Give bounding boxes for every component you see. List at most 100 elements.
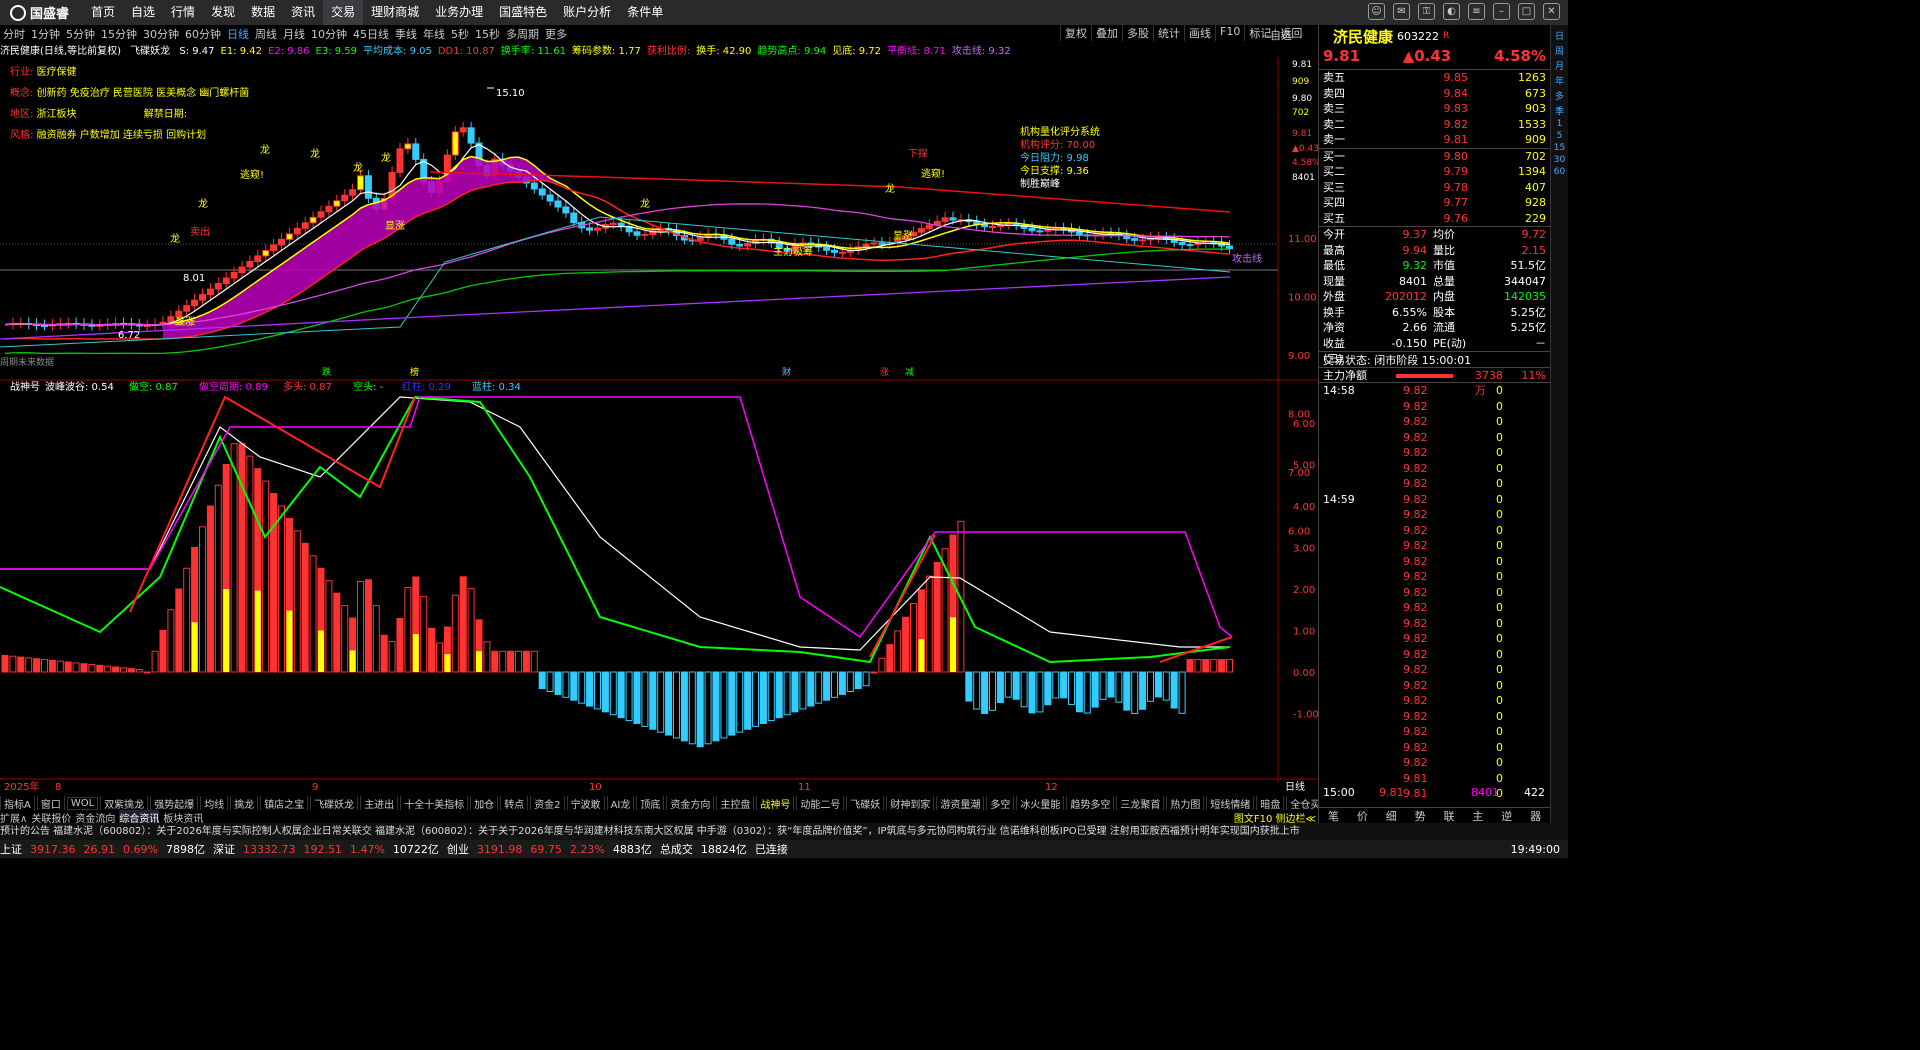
sidebar-tab[interactable]: 月 bbox=[1555, 59, 1564, 72]
period-tab[interactable]: 15秒 bbox=[472, 26, 503, 42]
menu-item[interactable]: 条件单 bbox=[619, 0, 671, 25]
sidebar-tab[interactable]: 季 bbox=[1555, 104, 1564, 117]
indicator-tab[interactable]: 转点 bbox=[500, 796, 529, 810]
kline-chart[interactable]: 11.0010.009.008.007.006.009.819099.80702… bbox=[0, 57, 1318, 797]
period-tab[interactable]: 30分钟 bbox=[140, 26, 182, 42]
sidebar-tab[interactable]: 60 bbox=[1554, 167, 1565, 177]
indicator-tab[interactable]: 热力图 bbox=[1166, 796, 1205, 810]
sidebar-tab[interactable]: 日 bbox=[1555, 29, 1564, 42]
indicator-tab[interactable]: WOL bbox=[66, 796, 99, 810]
sidebar-tab[interactable]: 1 bbox=[1557, 119, 1563, 129]
period-tab[interactable]: 日线 bbox=[224, 26, 252, 42]
sidebar-tab[interactable]: 30 bbox=[1554, 155, 1565, 165]
lock-icon[interactable]: ⚿ bbox=[1418, 3, 1435, 20]
quote-tab[interactable]: 细 bbox=[1386, 808, 1397, 824]
indicator-tab[interactable]: 冰火量能 bbox=[1016, 796, 1065, 810]
sidebar-tab[interactable]: 5 bbox=[1557, 131, 1563, 141]
sidebar-tab[interactable]: 15 bbox=[1554, 143, 1565, 153]
skin-icon[interactable]: ◐ bbox=[1443, 3, 1460, 20]
chat-icon[interactable]: ☺ bbox=[1368, 3, 1385, 20]
quote-tab[interactable]: 联 bbox=[1443, 808, 1454, 824]
menu-item[interactable]: 自选 bbox=[123, 0, 163, 25]
indicator-tab[interactable]: 飞碟妖龙 bbox=[310, 796, 359, 810]
indicator-tab[interactable]: 暗盘 bbox=[1256, 796, 1285, 810]
period-tab[interactable]: 45日线 bbox=[350, 26, 392, 42]
period-tab[interactable]: 月线 bbox=[280, 26, 308, 42]
indicator-tab[interactable]: 擒龙 bbox=[230, 796, 259, 810]
menu-item[interactable]: 交易 bbox=[323, 0, 364, 25]
menu-item[interactable]: 账户分析 bbox=[555, 0, 619, 25]
indicator-tab[interactable]: 财神到家 bbox=[886, 796, 935, 810]
sidebar-tab[interactable]: 周 bbox=[1555, 44, 1564, 57]
menu-icon[interactable]: ≡ bbox=[1468, 3, 1485, 20]
indicator-tab[interactable]: 顶底 bbox=[636, 796, 665, 810]
quote-tab[interactable]: 笔 bbox=[1328, 808, 1339, 824]
indicator-tab[interactable]: 飞碟妖 bbox=[846, 796, 885, 810]
indicator-tab[interactable]: 加仓 bbox=[470, 796, 499, 810]
period-tab[interactable]: 1分钟 bbox=[28, 26, 63, 42]
menu-item[interactable]: 行情 bbox=[163, 0, 203, 25]
indicator-tab[interactable]: 资金方向 bbox=[666, 796, 715, 810]
indicator-tab[interactable]: 均线 bbox=[200, 796, 229, 810]
menu-item[interactable]: 国盛特色 bbox=[491, 0, 555, 25]
add-watch-button[interactable]: -自选 bbox=[1266, 27, 1292, 43]
asks-row[interactable]: 卖二 9.82 1533 bbox=[1319, 117, 1550, 133]
indicator-tab[interactable]: 游资量潮 bbox=[936, 796, 985, 810]
maximize-icon[interactable]: □ bbox=[1518, 3, 1535, 20]
menu-item[interactable]: 业务办理 bbox=[427, 0, 491, 25]
chart-tool[interactable]: 叠加 bbox=[1091, 25, 1122, 41]
bottom-tab[interactable]: 关联报价 bbox=[31, 810, 71, 825]
indicator-name[interactable]: 飞碟妖龙 bbox=[130, 46, 170, 57]
period-tab[interactable]: 多周期 bbox=[503, 26, 542, 42]
news-ticker[interactable]: 预计的公告 福建水泥（600802）：关于2026年度与实际控制人权属企业日常关… bbox=[0, 823, 1568, 840]
quote-tab[interactable]: 器 bbox=[1530, 808, 1541, 824]
indicator-tab[interactable]: 宁波敢 bbox=[566, 796, 605, 810]
period-tab[interactable]: 年线 bbox=[420, 26, 448, 42]
chart-tool[interactable]: F10 bbox=[1215, 25, 1244, 41]
indicator-tab[interactable]: 十全十美指标 bbox=[400, 796, 469, 810]
period-tab[interactable]: 周线 bbox=[252, 26, 280, 42]
indicator-tab[interactable]: 资金2 bbox=[530, 796, 565, 810]
menu-item[interactable]: 发现 bbox=[203, 0, 243, 25]
bids-row[interactable]: 买三 9.78 407 bbox=[1319, 180, 1550, 196]
asks-row[interactable]: 卖四 9.84 673 bbox=[1319, 86, 1550, 102]
message-icon[interactable]: ✉ bbox=[1393, 3, 1410, 20]
sidebar-tab[interactable]: 多 bbox=[1555, 89, 1564, 102]
period-tab[interactable]: 60分钟 bbox=[182, 26, 224, 42]
period-tab[interactable]: 5秒 bbox=[448, 26, 472, 42]
indicator-tab[interactable]: 三龙聚首 bbox=[1116, 796, 1165, 810]
indicator-tab[interactable]: 主进出 bbox=[360, 796, 399, 810]
indicator-tab[interactable]: 窗口 bbox=[36, 796, 65, 810]
chart-tool[interactable]: 复权 bbox=[1060, 25, 1091, 41]
quote-tab[interactable]: 势 bbox=[1415, 808, 1426, 824]
indicator-tab[interactable]: 多空 bbox=[986, 796, 1015, 810]
chart-tool[interactable]: 画线 bbox=[1184, 25, 1215, 41]
indicator-tab[interactable]: 趋势多空 bbox=[1066, 796, 1115, 810]
indicator-tab[interactable]: 主控盘 bbox=[716, 796, 755, 810]
indicator-tab[interactable]: AI龙 bbox=[606, 796, 635, 810]
indicator-tab[interactable]: 指标A bbox=[0, 796, 35, 810]
indicator-tab[interactable]: 镇店之宝 bbox=[260, 796, 309, 810]
bottom-tab[interactable]: 板块资讯 bbox=[163, 810, 203, 825]
bottom-tab[interactable]: 综合资讯 bbox=[119, 810, 160, 825]
news-text[interactable]: 预计的公告 福建水泥（600802）：关于2026年度与实际控制人权属企业日常关… bbox=[0, 826, 1300, 837]
bids-row[interactable]: 买四 9.77 928 bbox=[1319, 195, 1550, 211]
period-tab[interactable]: 10分钟 bbox=[308, 26, 350, 42]
period-tab[interactable]: 季线 bbox=[392, 26, 420, 42]
chart-tool[interactable]: 多股 bbox=[1122, 25, 1153, 41]
menu-item[interactable]: 数据 bbox=[243, 0, 283, 25]
quote-tab[interactable]: 主 bbox=[1472, 808, 1483, 824]
quote-tab[interactable]: 逆 bbox=[1501, 808, 1512, 824]
period-tab[interactable]: 15分钟 bbox=[98, 26, 140, 42]
bids-row[interactable]: 买一 9.80 702 bbox=[1319, 149, 1550, 165]
indicator-tab[interactable]: 双紫擒龙 bbox=[100, 796, 149, 810]
bottom-tab[interactable]: 扩展∧ bbox=[0, 810, 27, 825]
quote-tab[interactable]: 价 bbox=[1357, 808, 1368, 824]
asks-row[interactable]: 卖五 9.85 1263 bbox=[1319, 70, 1550, 86]
indicator-tab[interactable]: 动能二号 bbox=[796, 796, 845, 810]
indicator-tab[interactable]: 全仓买 bbox=[1286, 796, 1318, 810]
period-tab[interactable]: 更多 bbox=[542, 26, 570, 42]
indicator-tab[interactable]: 战神号 bbox=[756, 796, 795, 810]
sidebar-tab[interactable]: 年 bbox=[1555, 74, 1564, 87]
asks-row[interactable]: 卖一 9.81 909 bbox=[1319, 132, 1550, 148]
